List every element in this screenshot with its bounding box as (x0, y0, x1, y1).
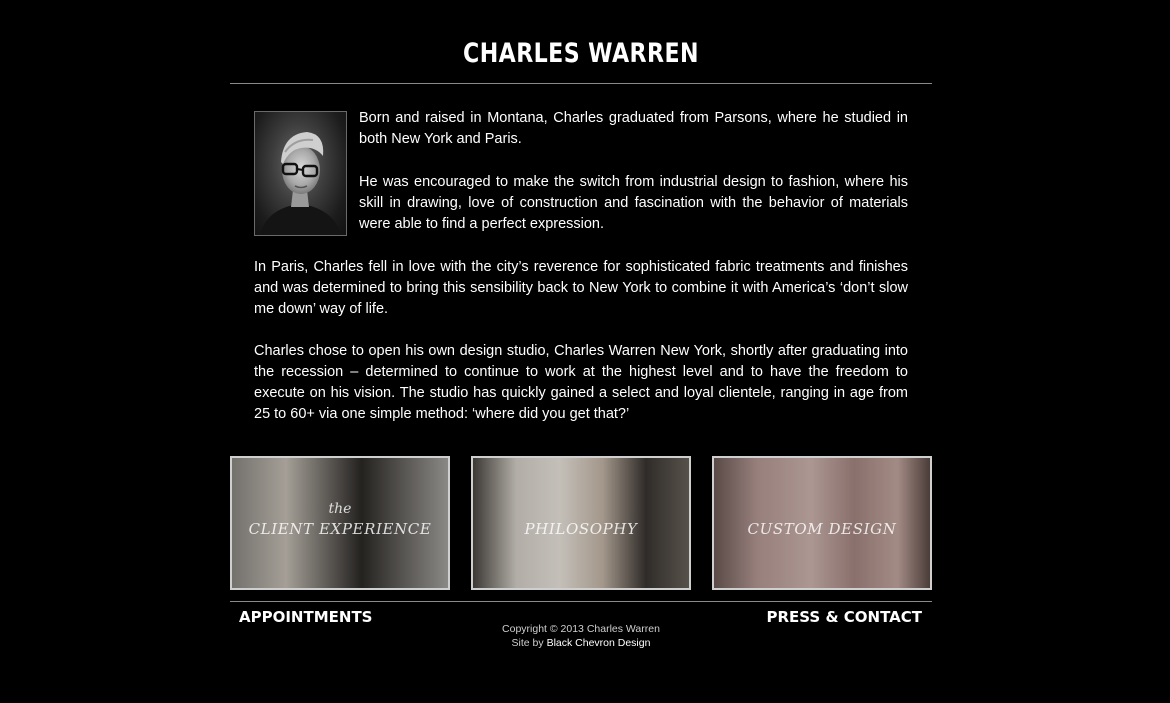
site-credit: Site by Black Chevron Design (430, 636, 732, 650)
page-title: CHARLES WARREN (463, 38, 699, 69)
custom-design-tile[interactable]: CUSTOM DESIGN (712, 456, 932, 590)
tile-label: CUSTOM DESIGN (747, 520, 897, 538)
bio-paragraph: He was encouraged to make the switch fro… (359, 174, 908, 232)
copyright-text: Copyright © 2013 Charles Warren (502, 623, 660, 635)
footer-divider (230, 601, 932, 602)
copyright-block: Copyright © 2013 Charles Warren Site by … (430, 622, 732, 650)
philosophy-tile[interactable]: PHILOSOPHY (471, 456, 691, 590)
tile-prefix: the (328, 501, 352, 517)
portrait-photo (254, 111, 347, 236)
press-contact-link[interactable]: PRESS & CONTACT (767, 608, 922, 626)
bio-paragraph: Born and raised in Montana, Charles grad… (359, 110, 908, 147)
black-chevron-design-link[interactable]: Black Chevron Design (547, 637, 651, 649)
portrait-illustration (260, 132, 341, 235)
page: CHARLES WARREN Born and raised in Montan… (0, 0, 1170, 703)
bio-paragraph: Charles chose to open his own design stu… (254, 343, 908, 422)
appointments-link[interactable]: APPOINTMENTS (239, 608, 372, 626)
client-experience-tile[interactable]: the CLIENT EXPERIENCE (230, 456, 450, 590)
tile-label: PHILOSOPHY (524, 520, 638, 538)
bio-paragraph: In Paris, Charles fell in love with the … (254, 259, 908, 317)
header-divider (230, 83, 932, 84)
site-credit-prefix: Site by (511, 637, 544, 649)
tile-label: CLIENT EXPERIENCE (248, 520, 432, 538)
